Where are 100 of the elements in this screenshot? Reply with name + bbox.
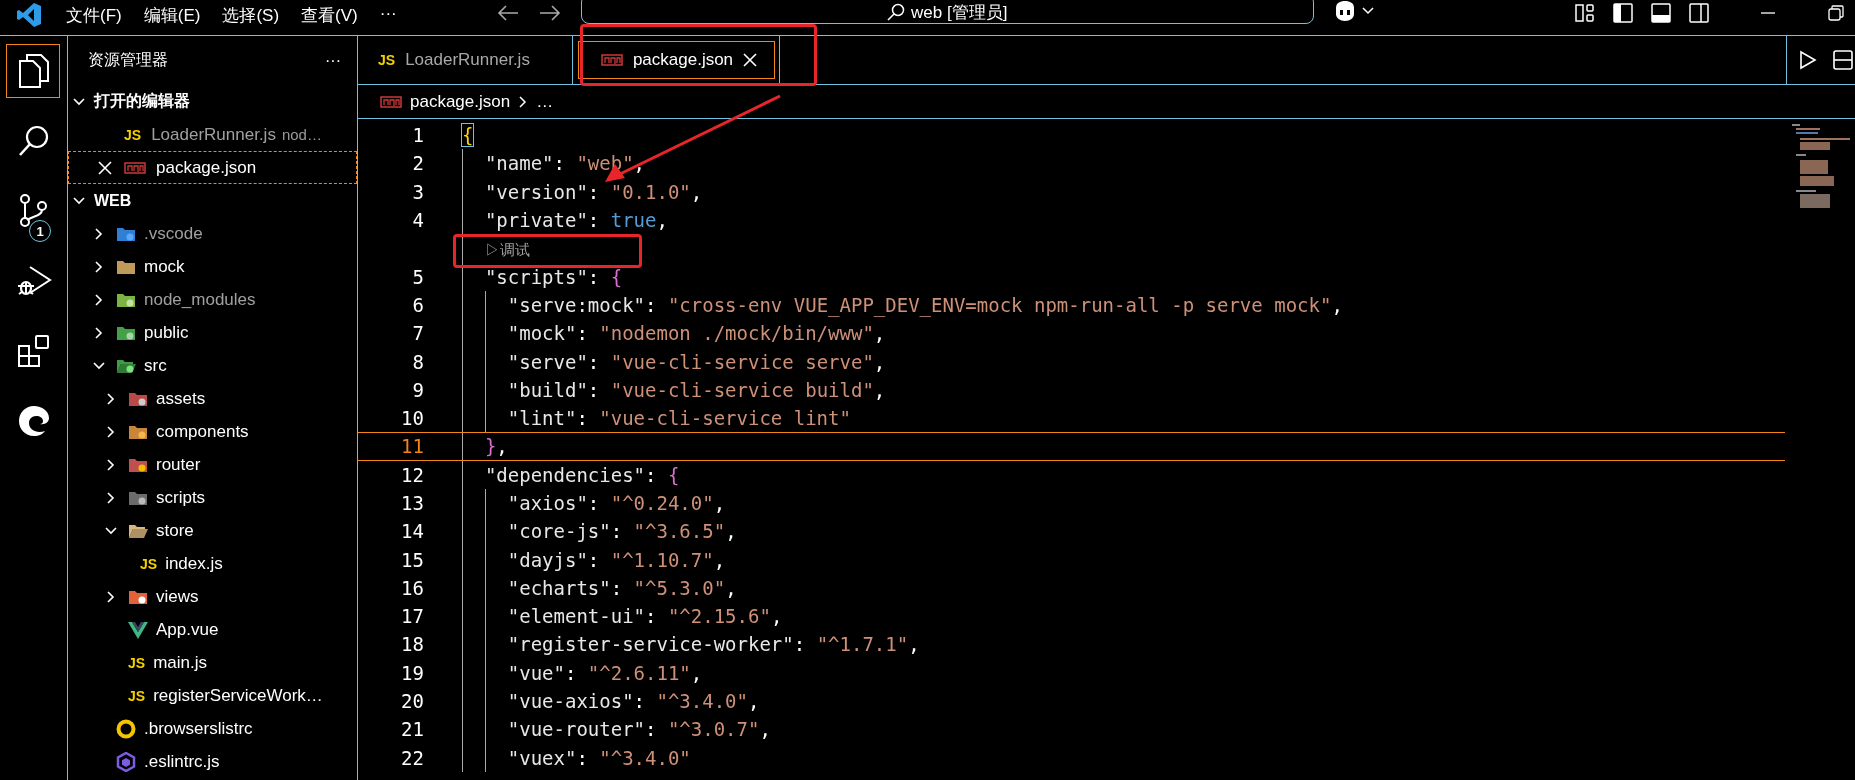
more-menu[interactable]: ··· bbox=[379, 4, 397, 24]
code-line: "lint": "vue-cli-service lint" bbox=[506, 407, 851, 430]
browser-icon bbox=[16, 404, 51, 438]
code-line: "vue-axios": "^3.4.0", bbox=[506, 690, 760, 713]
line-number: 13 bbox=[401, 492, 424, 514]
code-line: "serve:mock": "cross-env VUE_APP_DEV_ENV=mock npm-run-all -p serve mock", bbox=[506, 293, 1343, 316]
tree-item[interactable]: router bbox=[68, 448, 357, 481]
code-line: "register-service-worker": "^1.7.1", bbox=[506, 633, 920, 656]
menu-item[interactable]: 选择(S) bbox=[222, 4, 280, 27]
line-number: 20 bbox=[401, 690, 424, 713]
debug-codelens-link[interactable]: ▷调试 bbox=[484, 240, 530, 258]
js-file-icon: JS bbox=[378, 52, 396, 68]
tree-item[interactable]: store bbox=[68, 514, 357, 547]
code-line: "core-js": "^3.6.5", bbox=[506, 520, 737, 543]
code-line: "mock": "nodemon ./mock/bin/www", bbox=[506, 322, 886, 345]
open-editor-item[interactable]: JS LoaderRunner.js nod… bbox=[68, 118, 357, 151]
menu-item[interactable]: 文件(F) bbox=[66, 4, 122, 27]
tree-item[interactable]: .vscode bbox=[68, 217, 357, 250]
tree-item[interactable]: views bbox=[68, 580, 357, 613]
ring-icon bbox=[116, 718, 136, 739]
code-line: "vue-router": "^3.0.7", bbox=[506, 718, 771, 741]
line-number: 15 bbox=[401, 548, 424, 571]
code-line: "element-ui": "^2.15.6", bbox=[506, 605, 783, 628]
sidebar-title: 资源管理器 bbox=[88, 50, 168, 70]
code-line: "axios": "^0.24.0", bbox=[506, 492, 726, 514]
code-line: "dayjs": "^1.10.7", bbox=[506, 548, 726, 571]
code-line: }, bbox=[483, 435, 508, 458]
breadcrumb-item[interactable]: … bbox=[536, 91, 554, 112]
line-number: 19 bbox=[401, 661, 424, 684]
panel-toggle-icon[interactable] bbox=[1649, 2, 1672, 24]
js-file-icon: JS bbox=[124, 126, 142, 143]
line-number: 10 bbox=[401, 407, 424, 430]
line-number: 11 bbox=[401, 435, 424, 458]
tree-item[interactable]: App.vue bbox=[68, 613, 357, 646]
section-header[interactable]: WEB bbox=[68, 184, 357, 217]
line-number: 4 bbox=[412, 209, 424, 232]
tree-item[interactable]: .eslintrc.js bbox=[68, 745, 357, 778]
line-number: 8 bbox=[412, 350, 424, 373]
run-icon[interactable] bbox=[1799, 50, 1817, 70]
open-editor-item[interactable]: package.json bbox=[68, 151, 357, 184]
more-actions[interactable]: ··· bbox=[325, 51, 341, 70]
search-icon bbox=[16, 124, 51, 158]
sidebar-toggle-icon[interactable] bbox=[1611, 2, 1634, 24]
run-debug-icon bbox=[15, 264, 52, 298]
tree-item[interactable]: assets bbox=[68, 382, 357, 415]
tree-item[interactable]: src bbox=[68, 349, 357, 382]
menu-item[interactable]: 查看(V) bbox=[301, 4, 358, 27]
layout-icon[interactable] bbox=[1573, 2, 1596, 24]
split-editor-icon[interactable] bbox=[1833, 50, 1853, 70]
code-line: "scripts": { bbox=[483, 265, 623, 288]
caret-icon bbox=[1361, 7, 1374, 15]
code-line: "vue": "^2.6.11", bbox=[506, 661, 703, 684]
js-file-icon: JS bbox=[140, 555, 158, 572]
hexagon-icon bbox=[116, 751, 136, 772]
line-number: 1 bbox=[412, 124, 424, 147]
line-number: 5 bbox=[412, 265, 424, 288]
tree-item[interactable]: scripts bbox=[68, 481, 357, 514]
back-arrow-icon[interactable] bbox=[496, 4, 519, 22]
code-line: { bbox=[462, 124, 474, 147]
line-number: 14 bbox=[401, 520, 424, 543]
tree-item[interactable]: components bbox=[68, 415, 357, 448]
tree-item[interactable]: node_modules bbox=[68, 283, 357, 316]
editor-tab[interactable]: package.json bbox=[572, 36, 781, 84]
line-number: 3 bbox=[412, 180, 424, 203]
section-header[interactable]: 打开的编辑器 bbox=[68, 85, 357, 118]
tree-item[interactable]: public bbox=[68, 316, 357, 349]
files-icon bbox=[16, 53, 51, 89]
close-icon[interactable] bbox=[98, 160, 112, 175]
package-file-icon bbox=[600, 54, 623, 66]
count-badge: 1 bbox=[29, 220, 51, 242]
tree-item[interactable]: JS index.js bbox=[68, 547, 357, 580]
secondary-sidebar-icon[interactable] bbox=[1687, 2, 1710, 24]
vue-file-icon bbox=[128, 620, 148, 639]
chevron-icon bbox=[518, 94, 529, 109]
command-center[interactable]: web [管理员] bbox=[580, 0, 1314, 24]
tree-item[interactable]: mock bbox=[68, 250, 357, 283]
restore-icon[interactable] bbox=[1825, 3, 1846, 23]
file-path-hint: nod… bbox=[281, 126, 322, 143]
breadcrumb-item[interactable]: package.json bbox=[380, 91, 511, 112]
tree-item[interactable]: JS registerServiceWork… bbox=[68, 679, 357, 712]
editor-logo-icon bbox=[16, 2, 42, 28]
forward-arrow-icon[interactable] bbox=[538, 4, 561, 22]
tree-item[interactable]: JS main.js bbox=[68, 646, 357, 679]
line-number: 17 bbox=[401, 605, 424, 628]
editor-tab[interactable]: JS LoaderRunner.js bbox=[358, 36, 573, 84]
activity-bar-item[interactable]: 1 bbox=[0, 176, 67, 246]
close-icon[interactable] bbox=[743, 53, 758, 67]
code-line: "dependencies": { bbox=[483, 463, 680, 486]
line-number: 21 bbox=[401, 718, 424, 741]
tree-item[interactable]: .browserslistrc bbox=[68, 712, 357, 745]
code-line: "build": "vue-cli-service build", bbox=[506, 378, 886, 401]
code-line: "private": true, bbox=[483, 209, 668, 232]
line-number: 9 bbox=[412, 378, 424, 401]
line-number: 6 bbox=[412, 293, 424, 316]
code-line: "version": "0.1.0", bbox=[483, 180, 703, 203]
js-file-icon: JS bbox=[128, 687, 146, 704]
search-icon bbox=[887, 3, 906, 21]
line-number: 22 bbox=[401, 746, 424, 769]
menu-item[interactable]: 编辑(E) bbox=[143, 4, 201, 27]
code-line: "echarts": "^5.3.0", bbox=[506, 576, 737, 599]
